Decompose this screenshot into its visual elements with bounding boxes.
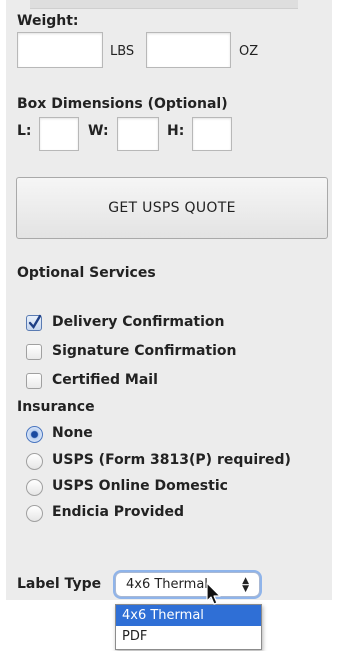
weight-oz-input[interactable]: [146, 32, 231, 68]
weight-lbs-input[interactable]: [17, 32, 103, 68]
insurance-endicia-label: Endicia Provided: [52, 504, 185, 520]
insurance-usps-online-radio[interactable]: [26, 479, 43, 496]
certified-mail-label: Certified Mail: [52, 372, 158, 388]
label-type-label: Label Type: [17, 576, 102, 592]
label-type-selected-value: 4x6 Thermal: [126, 577, 208, 592]
mouse-cursor-icon: [206, 582, 221, 605]
oz-unit-label: OZ: [239, 44, 259, 59]
delivery-confirmation-checkbox[interactable]: [26, 314, 42, 331]
box-dimensions-label: Box Dimensions (Optional): [17, 96, 228, 112]
signature-confirmation-checkbox[interactable]: [26, 344, 42, 360]
length-input[interactable]: [39, 117, 79, 151]
signature-confirmation-label: Signature Confirmation: [52, 343, 237, 359]
weight-label: Weight:: [17, 13, 79, 29]
length-label: L:: [17, 123, 32, 139]
insurance-usps-online-label: USPS Online Domestic: [52, 478, 228, 494]
select-arrows-icon: ▲ ▼: [242, 576, 249, 594]
insurance-usps-form-label: USPS (Form 3813(P) required): [52, 452, 291, 468]
width-label: W:: [88, 123, 109, 139]
insurance-none-radio[interactable]: [26, 426, 43, 443]
optional-services-heading: Optional Services: [17, 265, 156, 281]
lbs-unit-label: LBS: [110, 44, 135, 59]
height-input[interactable]: [192, 117, 232, 151]
label-type-option-thermal[interactable]: 4x6 Thermal: [116, 605, 261, 626]
label-type-dropdown: 4x6 Thermal PDF: [115, 604, 262, 650]
label-type-select[interactable]: 4x6 Thermal ▲ ▼: [115, 572, 260, 597]
insurance-endicia-radio[interactable]: [26, 505, 43, 522]
label-type-option-pdf[interactable]: PDF: [116, 626, 261, 647]
get-usps-quote-button[interactable]: GET USPS QUOTE: [16, 177, 328, 239]
checkmark-icon: [28, 314, 42, 330]
insurance-none-label: None: [52, 425, 93, 441]
certified-mail-checkbox[interactable]: [26, 373, 42, 389]
width-input[interactable]: [117, 117, 159, 151]
insurance-heading: Insurance: [17, 399, 95, 415]
delivery-confirmation-label: Delivery Confirmation: [52, 314, 225, 330]
height-label: H:: [167, 123, 185, 139]
top-divider: [30, 0, 298, 9]
insurance-usps-form-radio[interactable]: [26, 453, 43, 470]
